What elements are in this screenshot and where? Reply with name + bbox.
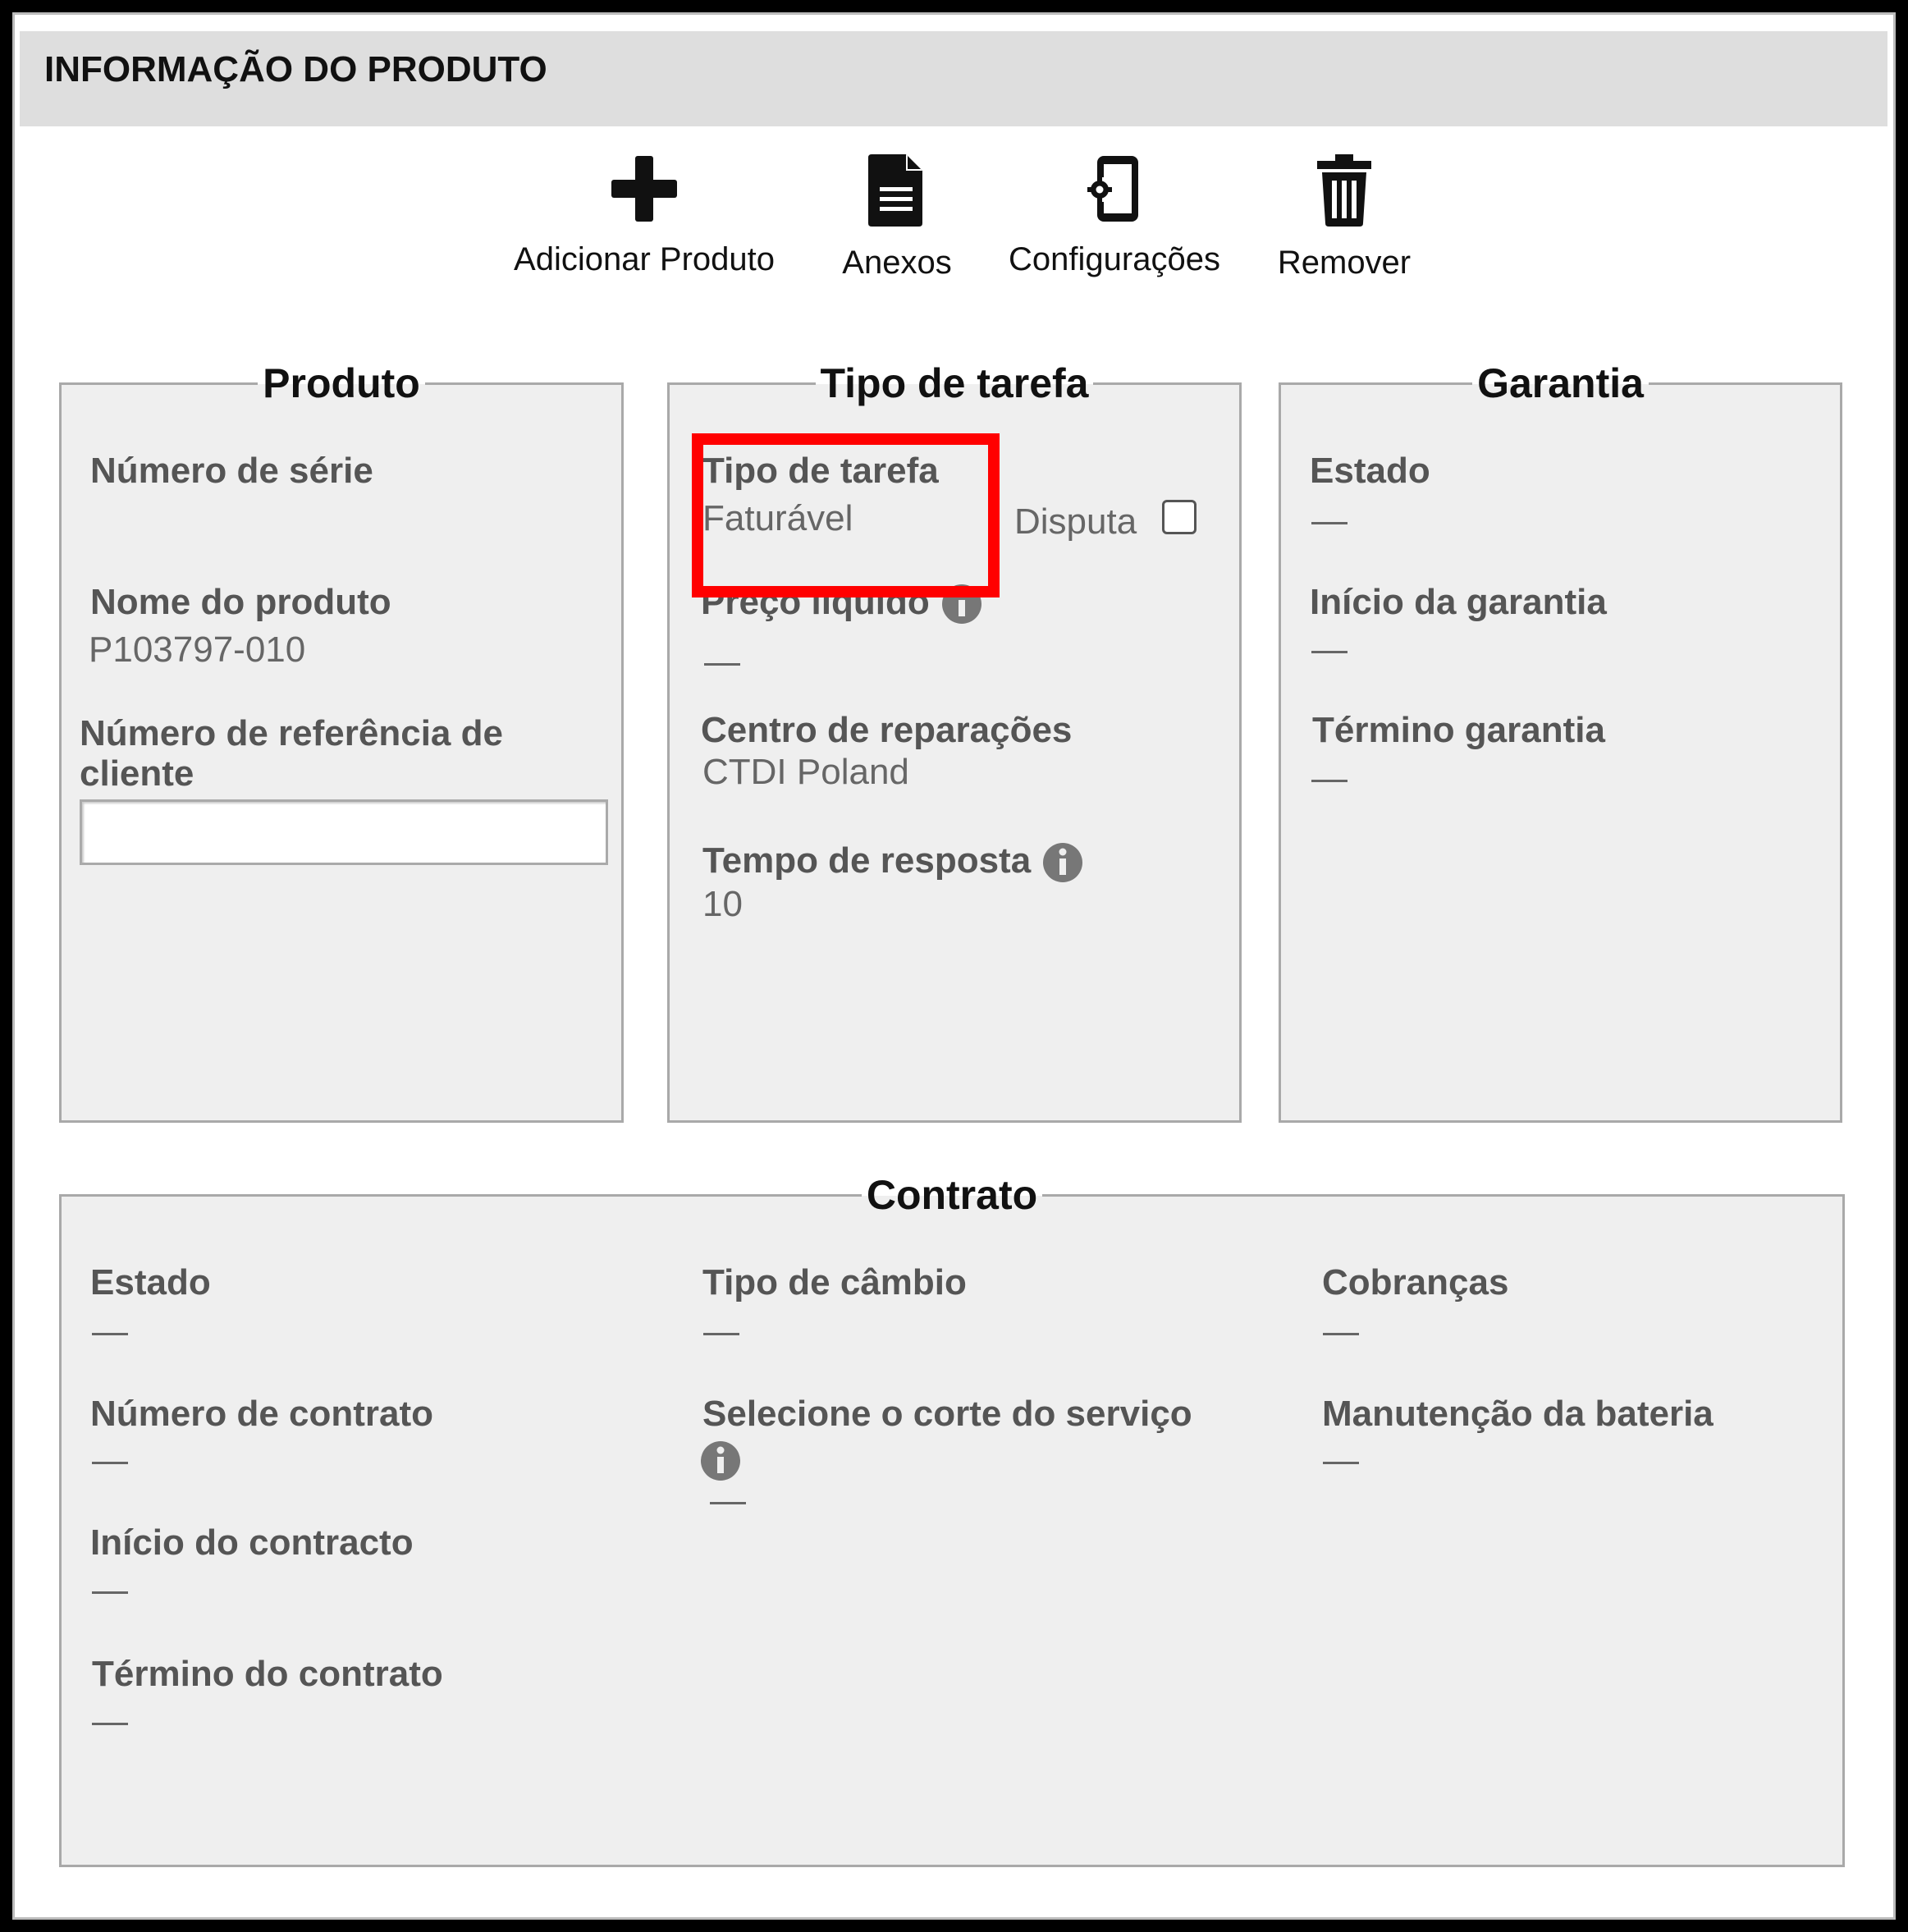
serial-number-label: Número de série xyxy=(90,451,373,491)
service-cut-value xyxy=(710,1502,746,1504)
contract-end-label: Término do contrato xyxy=(92,1654,443,1694)
customer-ref-label-line2: cliente xyxy=(80,753,194,794)
warranty-panel: Garantia Estado Início da garantia Térmi… xyxy=(1279,360,1842,1123)
product-name-value: P103797-010 xyxy=(89,630,306,670)
contract-number-label: Número de contrato xyxy=(90,1394,434,1434)
warranty-status-label: Estado xyxy=(1310,451,1430,491)
warranty-end-label: Término garantia xyxy=(1312,710,1605,750)
remove-button[interactable]: Remover xyxy=(1262,154,1426,282)
task-type-panel-title: Tipo de tarefa xyxy=(670,359,1239,408)
product-panel-title: Produto xyxy=(62,359,621,408)
remove-label: Remover xyxy=(1277,245,1412,281)
exchange-type-label: Tipo de câmbio xyxy=(702,1262,967,1302)
info-icon[interactable] xyxy=(700,1440,741,1481)
contract-status-label: Estado xyxy=(90,1262,211,1302)
customer-reference-input[interactable] xyxy=(80,799,608,865)
plus-icon xyxy=(611,156,677,222)
attachments-label: Anexos xyxy=(842,245,952,281)
product-info-frame: INFORMAÇÃO DO PRODUTO Adicionar Produto … xyxy=(12,12,1896,1920)
add-product-label: Adicionar Produto xyxy=(514,241,775,277)
highlight-box xyxy=(692,433,1000,597)
warranty-start-value xyxy=(1311,651,1347,653)
contract-number-value xyxy=(92,1462,128,1464)
charges-value xyxy=(1323,1333,1359,1335)
section-title: INFORMAÇÃO DO PRODUTO xyxy=(44,49,547,89)
add-product-button[interactable]: Adicionar Produto xyxy=(501,154,788,278)
repair-center-value: CTDI Poland xyxy=(702,752,909,792)
warranty-panel-title: Garantia xyxy=(1281,359,1840,408)
document-icon xyxy=(868,154,922,227)
contract-start-value xyxy=(92,1591,128,1594)
contract-end-value xyxy=(92,1723,128,1725)
product-name-label: Nome do produto xyxy=(90,582,391,622)
contract-start-label: Início do contracto xyxy=(90,1522,414,1563)
exchange-type-value xyxy=(703,1333,739,1335)
contract-panel: Contrato Estado Número de contrato Iníci… xyxy=(59,1172,1845,1867)
service-cut-label: Selecione o corte do serviço xyxy=(702,1394,1192,1434)
repair-center-label: Centro de reparações xyxy=(701,710,1073,750)
response-time-label: Tempo de resposta xyxy=(702,840,1083,883)
warranty-status-value xyxy=(1311,522,1347,524)
settings-label: Configurações xyxy=(1009,241,1220,277)
attachments-button[interactable]: Anexos xyxy=(823,154,971,282)
charges-label: Cobranças xyxy=(1322,1262,1509,1302)
contract-panel-title: Contrato xyxy=(62,1170,1842,1220)
settings-button[interactable]: Configurações xyxy=(991,154,1238,278)
dispute-label: Disputa xyxy=(1014,501,1137,542)
info-icon[interactable] xyxy=(1042,842,1083,883)
contract-status-value xyxy=(92,1333,128,1335)
dispute-checkbox[interactable] xyxy=(1162,500,1197,534)
battery-maintenance-value xyxy=(1323,1462,1359,1464)
response-time-value: 10 xyxy=(702,884,743,924)
device-settings-icon xyxy=(1087,156,1138,222)
customer-ref-label-line1: Número de referência de xyxy=(80,713,503,753)
product-panel: Produto Número de série Nome do produto … xyxy=(59,360,624,1123)
net-price-value xyxy=(704,663,740,666)
warranty-end-value xyxy=(1311,780,1347,782)
warranty-start-label: Início da garantia xyxy=(1310,582,1607,622)
battery-maintenance-label: Manutenção da bateria xyxy=(1322,1394,1714,1434)
trash-icon xyxy=(1317,154,1371,227)
